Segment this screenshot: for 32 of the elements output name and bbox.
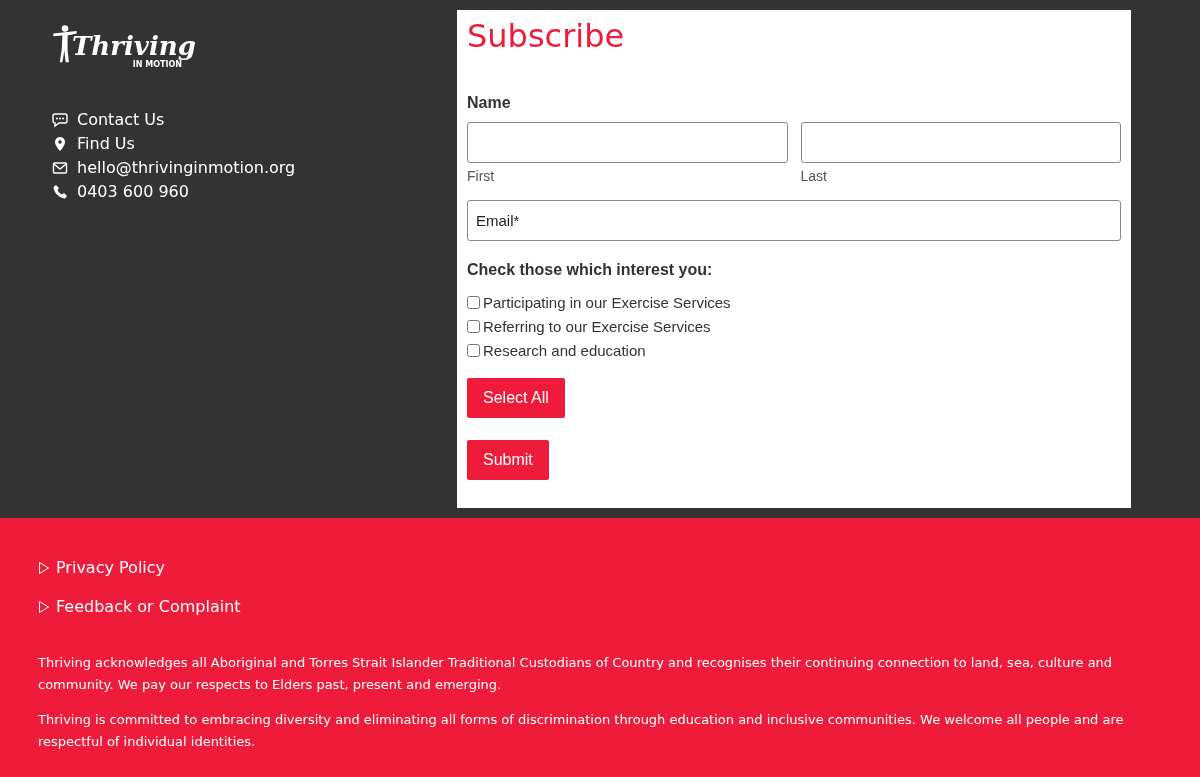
contact-link[interactable]: Contact Us xyxy=(77,110,165,129)
triangle-icon xyxy=(38,560,50,575)
checkbox-label: Referring to our Exercise Services xyxy=(483,318,711,335)
submit-button[interactable]: Submit xyxy=(467,440,549,480)
contact-link[interactable]: hello@thrivinginmotion.org xyxy=(77,158,296,177)
checkbox[interactable] xyxy=(467,344,480,357)
footer-link[interactable]: Feedback or Complaint xyxy=(56,597,241,616)
logo-tagline: IN MOTION xyxy=(132,60,182,69)
contact-link[interactable]: Find Us xyxy=(77,134,135,153)
checkbox[interactable] xyxy=(467,320,480,333)
contact-link[interactable]: 0403 600 960 xyxy=(77,182,189,201)
checkbox[interactable] xyxy=(467,296,480,309)
form-title: Subscribe xyxy=(467,16,626,56)
checkbox-label: Participating in our Exercise Services xyxy=(483,294,731,311)
mail-icon xyxy=(52,159,68,176)
field-caption: Last xyxy=(800,168,828,184)
footer-paragraph: Thriving is committed to embracing diversity and eliminating all forms of discrimination through education and inclusive communities. We welcome all people and are respectful of individual identities. xyxy=(38,711,1125,751)
first-name-field[interactable] xyxy=(467,122,788,163)
select-all-button[interactable]: Select All xyxy=(467,378,565,418)
field-label: Check those which interest you: xyxy=(467,261,714,279)
field-caption: First xyxy=(467,168,496,184)
phone-icon xyxy=(52,183,68,200)
checkbox-label: Research and education xyxy=(483,342,646,359)
email-field[interactable]: Email* xyxy=(467,200,1121,241)
footer-link[interactable]: Privacy Policy xyxy=(56,558,166,577)
field-label: Name xyxy=(467,94,512,112)
logo-name: Thriving xyxy=(72,32,196,60)
footer-paragraph: Thriving acknowledges all Aboriginal and Torres Strait Islander Traditional Custodians of Country and recognises their continuing connection to land, sea, culture and community. We pay our respects to Elders past, present and emerging. xyxy=(38,654,1114,694)
triangle-icon xyxy=(38,599,50,614)
last-name-field[interactable] xyxy=(800,122,1121,163)
map-pin-icon xyxy=(52,135,68,152)
chat-icon xyxy=(52,111,68,128)
